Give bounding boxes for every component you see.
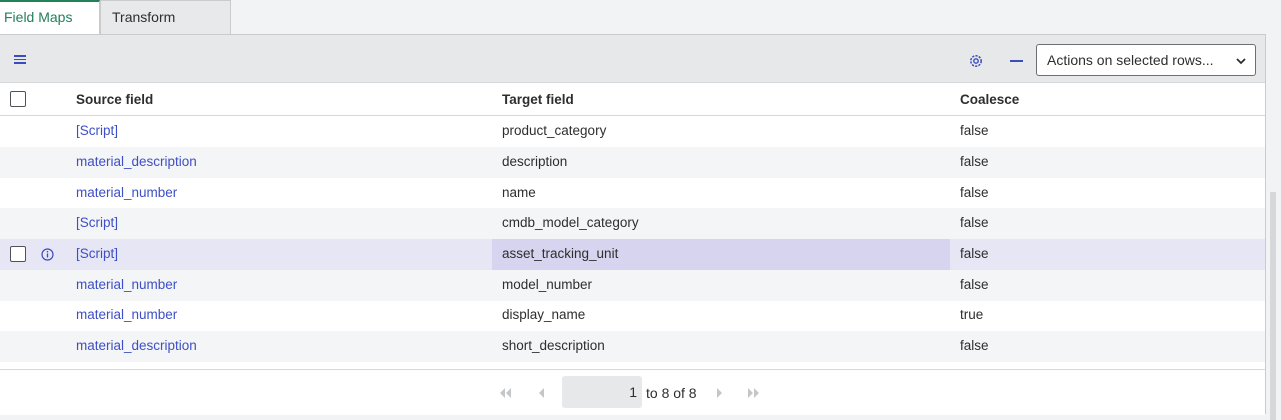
column-header-coalesce[interactable]: Coalesce [960, 92, 1019, 107]
table-row: [Script] cmdb_model_category false [0, 208, 1265, 239]
actions-select[interactable]: Actions on selected rows... [1036, 44, 1256, 76]
gear-icon[interactable] [968, 53, 984, 69]
target-field: display_name [502, 307, 586, 322]
page-scrollbar[interactable] [1270, 192, 1276, 420]
table-row-hovered[interactable]: [Script] asset_tracking_unit false [0, 239, 1265, 270]
page-range-text: to 8 of 8 [646, 385, 697, 401]
pagination-bar: 1 to 8 of 8 [0, 369, 1265, 415]
info-icon[interactable] [41, 248, 54, 261]
tab-field-maps[interactable]: Field Maps (8) [0, 0, 100, 56]
page-number-input[interactable]: 1 [562, 376, 642, 408]
list-toolbar: Actions on selected rows... [0, 35, 1265, 83]
table-row: material_number model_number false [0, 270, 1265, 301]
minus-icon[interactable] [1010, 60, 1023, 62]
column-header-source[interactable]: Source field [76, 92, 153, 107]
target-field: cmdb_model_category [502, 215, 639, 230]
source-field-link[interactable]: material_description [76, 338, 197, 353]
actions-select-value: Actions on selected rows... [1047, 52, 1214, 68]
table-row: material_number display_name true [0, 300, 1265, 331]
coalesce-value: false [960, 215, 989, 230]
hamburger-icon[interactable] [14, 55, 26, 64]
target-field: product_category [502, 123, 607, 138]
tab-bar: Field Maps (8) Transform Scripts [0, 0, 231, 57]
coalesce-value: false [960, 277, 989, 292]
target-field: asset_tracking_unit [502, 246, 619, 261]
previous-page-icon[interactable] [535, 387, 549, 399]
coalesce-value: true [960, 307, 984, 322]
table-row: [Script] product_category false [0, 116, 1265, 147]
next-page-icon[interactable] [712, 387, 726, 399]
coalesce-value: false [960, 154, 989, 169]
source-field-link[interactable]: [Script] [76, 246, 118, 261]
target-field: name [502, 185, 536, 200]
row-checkbox[interactable] [10, 246, 26, 262]
table-header: Source field Target field Coalesce [0, 83, 1265, 116]
target-field: description [502, 154, 568, 169]
coalesce-value: false [960, 338, 989, 353]
table-row: material_description description false [0, 147, 1265, 178]
column-header-target[interactable]: Target field [502, 92, 574, 107]
tab-transform-scripts[interactable]: Transform Scripts [100, 0, 231, 57]
source-field-link[interactable]: [Script] [76, 215, 118, 230]
source-field-link[interactable]: material_number [76, 185, 177, 200]
source-field-link[interactable]: material_number [76, 307, 177, 322]
select-all-checkbox[interactable] [10, 91, 26, 107]
field-maps-panel: Actions on selected rows... Source field… [0, 34, 1266, 415]
chevron-down-icon [1236, 58, 1246, 65]
coalesce-value: false [960, 123, 989, 138]
target-field: model_number [502, 277, 593, 292]
first-page-icon[interactable] [498, 387, 512, 399]
target-field: short_description [502, 338, 605, 353]
coalesce-value: false [960, 185, 989, 200]
coalesce-value: false [960, 246, 989, 261]
source-field-link[interactable]: material_number [76, 277, 177, 292]
table-row: material_description short_description f… [0, 331, 1265, 362]
table-row: material_number name false [0, 178, 1265, 209]
last-page-icon[interactable] [747, 387, 761, 399]
source-field-link[interactable]: [Script] [76, 123, 118, 138]
source-field-link[interactable]: material_description [76, 154, 197, 169]
